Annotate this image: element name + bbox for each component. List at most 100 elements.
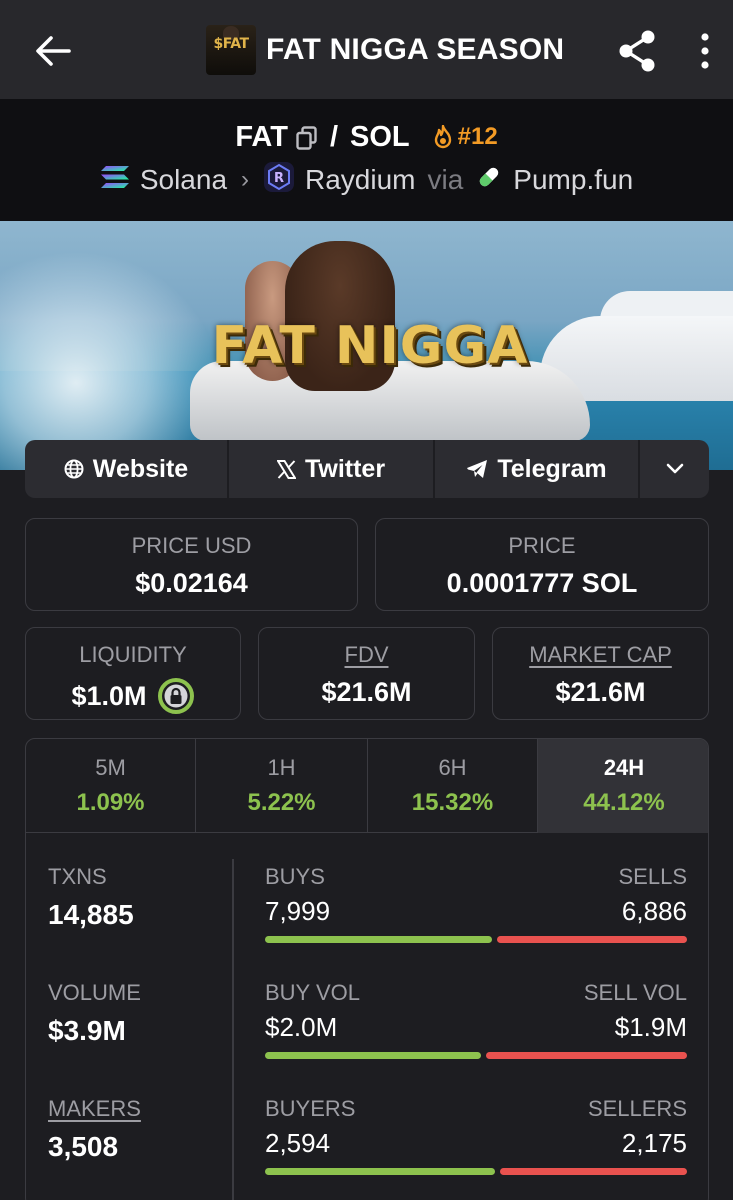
token-logo: $FAT [206,25,256,75]
buy-sell-volume-bar [265,1052,687,1059]
share-button[interactable] [612,27,662,75]
liquidity-card: LIQUIDITY $1.0M [25,627,241,720]
sells-label: SELLS [618,864,688,889]
tab-change: 1.09% [76,789,145,816]
price-usd-label: PRICE USD [131,533,252,558]
market-cap-label: MARKET CAP [529,642,672,667]
telegram-icon [466,459,488,479]
svg-text:R: R [274,171,284,186]
more-links-button[interactable] [640,440,709,498]
buy-vol-bar-fill [265,1052,482,1059]
liquidity-label: LIQUIDITY [79,642,187,667]
tab-label: 6H [438,755,467,780]
copy-icon[interactable] [296,125,318,150]
chevron-down-icon [666,463,683,474]
trending-rank-value: #12 [457,123,498,150]
fdv-label: FDV [344,642,389,667]
x-logo-icon [276,459,296,479]
buy-sell-volume-row: BUY VOL SELL VOL $2.0M $1.9M [265,980,687,1070]
flame-icon [434,125,451,149]
telegram-label: Telegram [497,454,607,483]
sellers-bar-fill [499,1168,687,1175]
tab-label: 5M [95,755,126,780]
market-cap-card[interactable]: MARKET CAP $21.6M [492,627,709,720]
pill-icon [475,163,503,198]
arrow-left-icon [36,36,71,66]
fdv-value: $21.6M [321,677,412,707]
sellers-label: SELLERS [587,1096,687,1121]
social-links-bar: Website Twitter Telegram [25,440,709,498]
tab-change: 5.22% [247,789,316,816]
timeframe-stats-panel: 5M 1.09% 1H 5.22% 6H 15.32% 24H 44.12% T… [25,738,709,1200]
share-icon [619,30,655,72]
quote-symbol: SOL [350,120,410,153]
makers-value: 3,508 [48,1131,119,1162]
chain-name[interactable]: Solana [140,164,227,196]
twitter-label: Twitter [304,454,386,483]
price-native-label: PRICE [508,533,576,558]
price-native-value: 0.0001777 SOL [446,568,638,598]
volume-value: $3.9M [48,1015,126,1046]
tab-1h[interactable]: 1H 5.22% [196,739,368,833]
makers-stat[interactable]: MAKERS 3,508 [48,1096,141,1163]
tab-24h[interactable]: 24H 44.12% [538,739,708,833]
copy-svg [296,126,317,150]
trending-rank[interactable]: #12 [432,123,498,151]
buys-sells-bar [265,936,687,943]
more-vertical-icon [701,33,709,69]
buyers-sellers-bar [265,1168,687,1175]
buyers-bar-fill [265,1168,495,1175]
buyers-label: BUYERS [265,1096,356,1121]
liquidity-lock-icon[interactable] [157,677,195,715]
makers-label: MAKERS [48,1096,141,1121]
dex-name[interactable]: Raydium [305,164,415,196]
price-usd-card: PRICE USD $0.02164 [25,518,358,611]
sells-value: 6,886 [621,896,687,926]
buys-value: 7,999 [265,896,331,926]
token-banner-image: FAT NIGGA [0,221,733,470]
app-bar: $FAT FAT NIGGA SEASON [0,0,733,99]
tab-5m[interactable]: 5M 1.09% [26,739,196,833]
banner-brand-text: FAT NIGGA [211,316,529,376]
back-button[interactable] [30,28,76,74]
solana-icon [100,164,130,197]
sellers-value: 2,175 [621,1128,687,1158]
tab-change: 15.32% [411,789,494,816]
pair-separator: / [329,120,338,153]
volume-stat: VOLUME $3.9M [48,980,141,1047]
tab-6h[interactable]: 6H 15.32% [368,739,538,833]
price-native-card: PRICE 0.0001777 SOL [375,518,709,611]
liquidity-value-row: $1.0M [26,677,240,715]
page-title: FAT NIGGA SEASON [266,33,565,66]
token-logo-text: $FAT [213,36,250,52]
more-options-button[interactable] [690,27,720,75]
website-button[interactable]: Website [25,440,229,498]
tab-label: 24H [603,755,645,780]
buys-bar-fill [265,936,492,943]
sell-vol-bar-fill [486,1052,687,1059]
buys-label: BUYS [265,864,325,889]
sell-vol-label: SELL VOL [583,980,687,1005]
chain-breadcrumb: Solana › R Raydium via Pump.fun [0,160,733,200]
via-label: via [427,164,464,195]
txns-value: 14,885 [48,899,134,930]
liquidity-value: $1.0M [71,680,147,711]
website-label: Website [92,454,189,483]
buy-vol-label: BUY VOL [265,980,360,1005]
sells-bar-fill [496,936,687,943]
sell-vol-value: $1.9M [614,1012,687,1042]
base-symbol: FAT [235,120,288,153]
txns-label: TXNS [48,864,107,889]
telegram-button[interactable]: Telegram [435,440,640,498]
globe-icon [64,459,84,479]
volume-label: VOLUME [48,980,141,1005]
tab-change: 44.12% [583,789,665,816]
tab-label: 1H [267,755,296,780]
twitter-button[interactable]: Twitter [229,440,435,498]
price-usd-value: $0.02164 [135,568,248,598]
buyers-value: 2,594 [265,1128,331,1158]
launchpad-name[interactable]: Pump.fun [513,164,633,196]
raydium-icon: R [263,161,295,200]
chevron-right-icon: › [241,166,250,193]
fdv-card[interactable]: FDV $21.6M [258,627,475,720]
